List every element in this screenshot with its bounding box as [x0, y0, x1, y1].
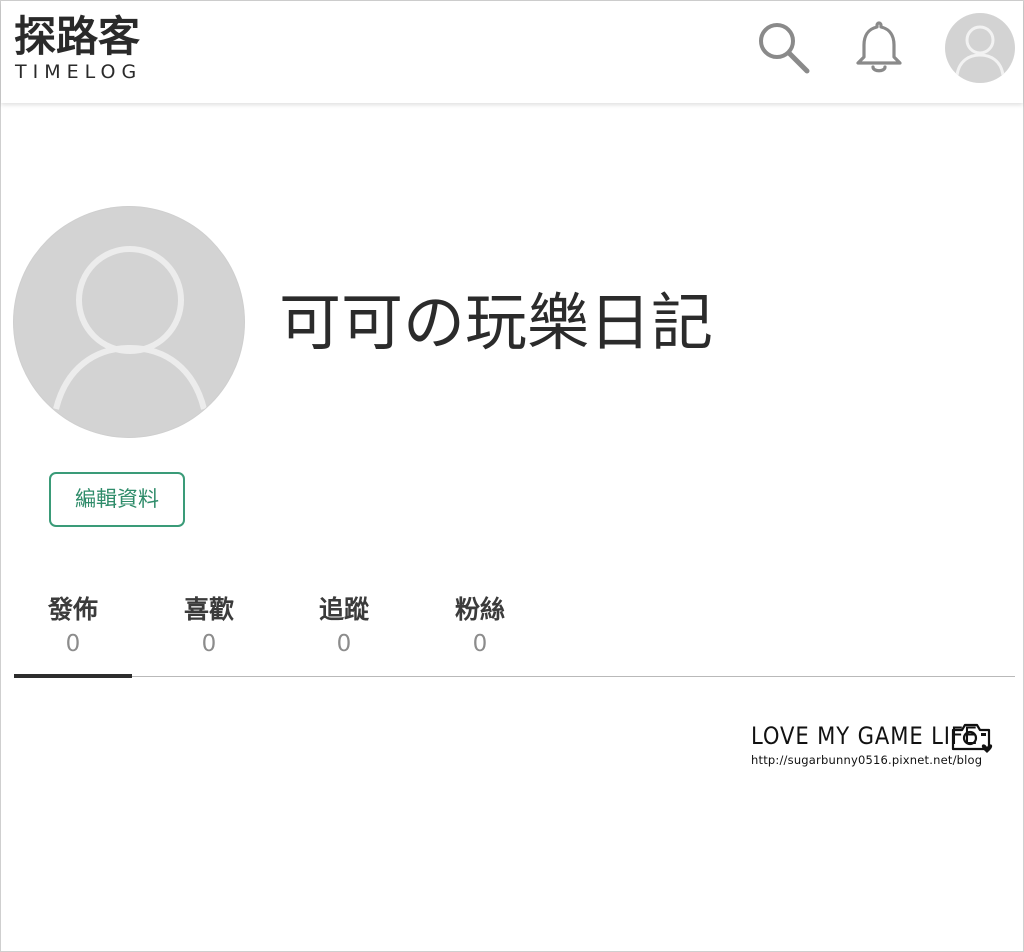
- profile-page: 探路客 TIMELOG 可可の玩樂日記 編輯資料 發佈 0 喜歡 0 追蹤 0 …: [0, 0, 1024, 952]
- logo-english-text: TIMELOG: [15, 61, 143, 83]
- site-logo[interactable]: 探路客 TIMELOG: [14, 15, 164, 85]
- tab-label: 粉絲: [454, 595, 505, 624]
- watermark-url: http://sugarbunny0516.pixnet.net/blog: [751, 753, 983, 767]
- default-user-icon: [53, 246, 207, 410]
- active-tab-indicator: [14, 674, 132, 678]
- search-icon: [759, 23, 810, 74]
- tab-following[interactable]: 追蹤 0: [285, 587, 403, 676]
- tab-count: 0: [336, 631, 352, 657]
- profile-avatar: [14, 207, 244, 437]
- tab-count: 0: [65, 631, 81, 657]
- tab-count: 0: [472, 631, 488, 657]
- tab-followers[interactable]: 粉絲 0: [421, 587, 539, 676]
- tab-label: 喜歡: [183, 595, 234, 624]
- profile-name: 可可の玩樂日記: [279, 286, 714, 359]
- tab-likes[interactable]: 喜歡 0: [150, 587, 268, 676]
- logo-chinese-text: 探路客: [14, 12, 141, 61]
- top-header: 探路客 TIMELOG: [1, 1, 1023, 103]
- watermark-title: LOVE MY GAME LIFE: [751, 722, 979, 750]
- profile-tabs: 發佈 0 喜歡 0 追蹤 0 粉絲 0: [14, 587, 1015, 678]
- tab-posts[interactable]: 發佈 0: [14, 587, 132, 678]
- user-avatar-icon: [955, 25, 1005, 76]
- tab-label: 追蹤: [318, 595, 369, 624]
- camera-icon: [951, 723, 993, 753]
- tab-count: 0: [201, 631, 217, 657]
- user-avatar-button[interactable]: [945, 13, 1015, 83]
- notifications-button[interactable]: [847, 15, 911, 79]
- edit-profile-button[interactable]: 編輯資料: [49, 472, 185, 527]
- blog-watermark: LOVE MY GAME LIFE http://sugarbunny0516.…: [749, 719, 1009, 775]
- search-button[interactable]: [751, 15, 815, 79]
- tab-label: 發佈: [47, 595, 98, 624]
- bell-icon: [856, 21, 902, 73]
